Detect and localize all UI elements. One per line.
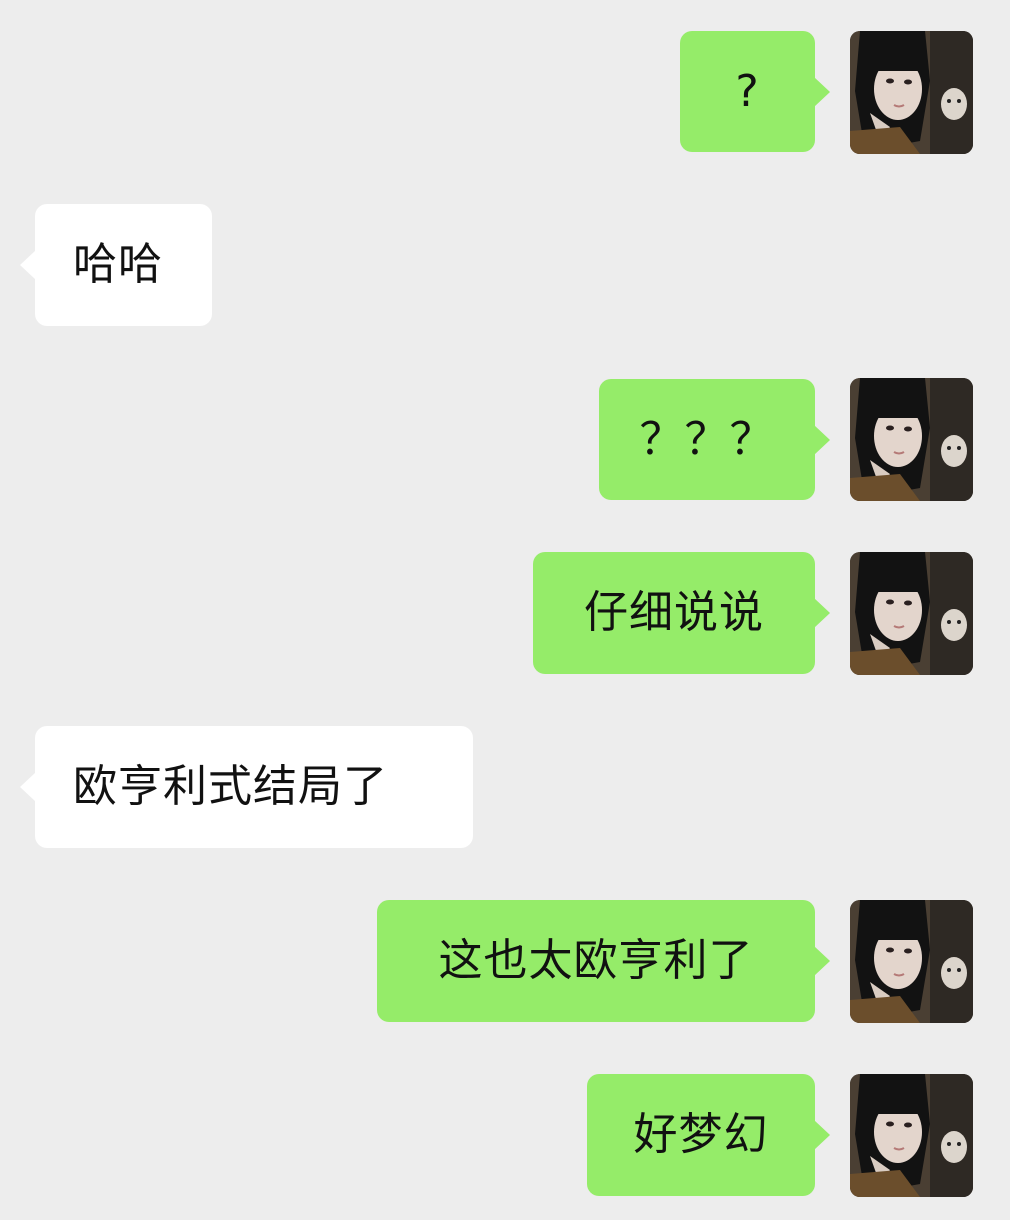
user-avatar[interactable] xyxy=(850,378,973,501)
user-avatar[interactable] xyxy=(850,900,973,1023)
user-avatar-photo-icon xyxy=(850,31,973,154)
user-avatar-photo-icon xyxy=(850,378,973,501)
user-avatar-photo-icon xyxy=(850,552,973,675)
message-text: 欧亨利式结局了 xyxy=(73,761,388,812)
received-message-bubble[interactable]: 哈哈 xyxy=(20,204,212,326)
sent-message-bubble[interactable]: 仔细说说 xyxy=(533,552,830,674)
user-avatar-photo-icon xyxy=(850,900,973,1023)
message-text: 哈哈 xyxy=(73,239,163,290)
sent-message-bubble[interactable]: 好梦幻 xyxy=(587,1074,830,1196)
message-text: ？？？ xyxy=(639,413,775,465)
message-text: 仔细说说 xyxy=(584,587,764,638)
message-text: 这也太欧亨利了 xyxy=(438,935,754,986)
message-text: 好梦幻 xyxy=(633,1109,769,1160)
received-message-bubble[interactable]: 欧亨利式结局了 xyxy=(20,726,473,848)
message-text: ? xyxy=(735,65,760,117)
user-avatar[interactable] xyxy=(850,552,973,675)
chat-message-list[interactable]: ? 哈哈 ？？？ 仔细说说 欧亨利式结局了 这也太欧亨利了 好梦幻 xyxy=(0,0,1010,1220)
user-avatar[interactable] xyxy=(850,31,973,154)
user-avatar-photo-icon xyxy=(850,1074,973,1197)
user-avatar[interactable] xyxy=(850,1074,973,1197)
sent-message-bubble[interactable]: 这也太欧亨利了 xyxy=(377,900,830,1022)
sent-message-bubble[interactable]: ? xyxy=(680,31,830,152)
sent-message-bubble[interactable]: ？？？ xyxy=(599,379,830,500)
